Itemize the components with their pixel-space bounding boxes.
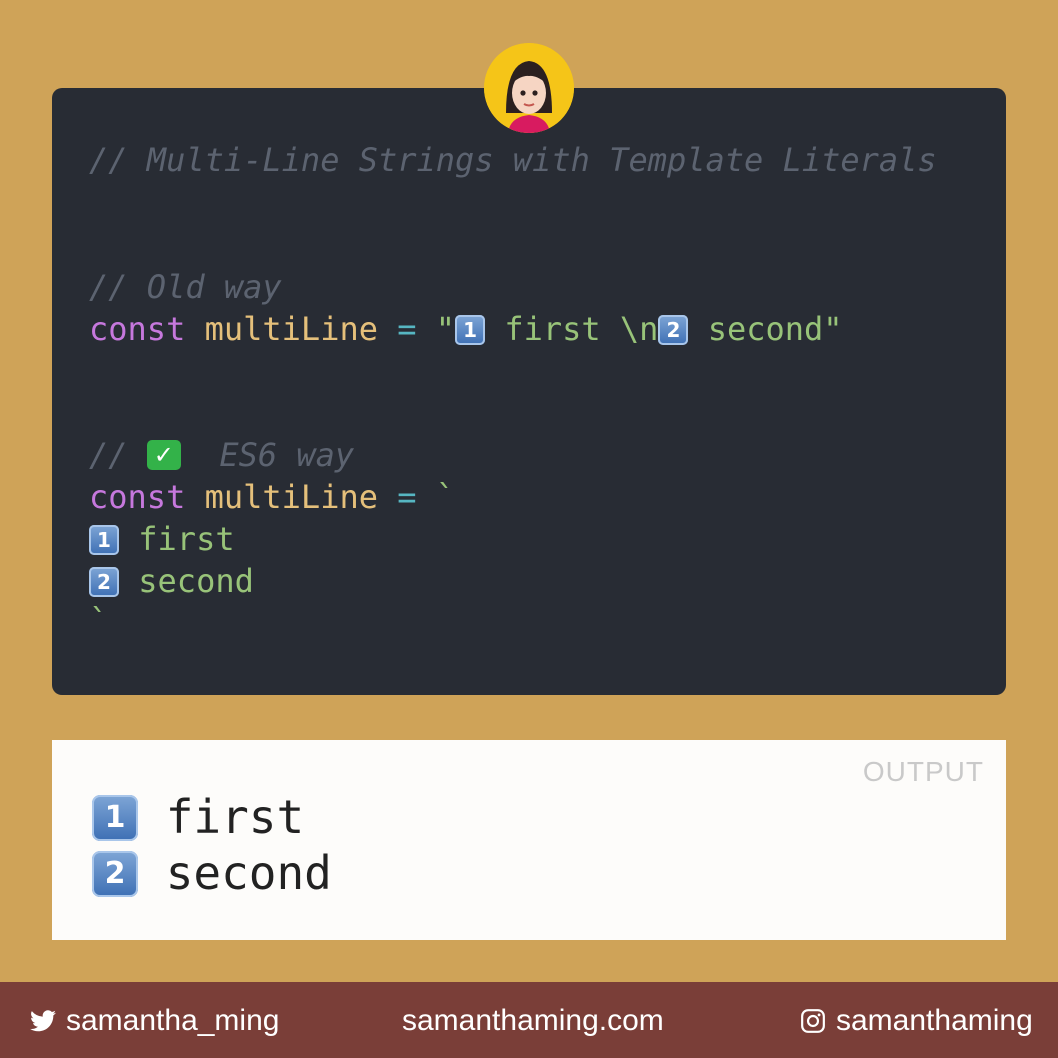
footer-twitter[interactable]: samantha_ming: [30, 1004, 279, 1038]
variable-name: multiLine: [204, 478, 378, 516]
operator-equals: =: [397, 478, 417, 516]
avatar-illustration: [484, 43, 574, 133]
keyword-const: const: [89, 310, 186, 348]
backtick-close: `: [89, 602, 109, 640]
keycap-two-icon: 2: [658, 315, 689, 345]
code-title-comment: // Multi-Line Strings with Template Lite…: [89, 141, 937, 179]
string-first: first: [119, 520, 235, 558]
output-first-text: first: [138, 790, 305, 844]
output-line-first: 1 first: [92, 790, 304, 844]
code-old-way-comment: // Old way: [89, 268, 282, 306]
string-second: second": [688, 310, 843, 348]
keycap-two-icon: 2: [92, 851, 138, 897]
keycap-one-icon: 1: [455, 315, 486, 345]
keyword-const: const: [89, 478, 186, 516]
avatar: [484, 43, 574, 133]
code-line-second: 2 second: [89, 560, 254, 602]
twitter-icon: [30, 1010, 56, 1032]
variable-name: multiLine: [204, 310, 378, 348]
output-label: OUTPUT: [862, 756, 984, 787]
string-first-newline: first \n: [485, 310, 659, 348]
string-second: second: [119, 562, 254, 600]
keycap-two-icon: 2: [89, 567, 119, 597]
keycap-one-icon: 1: [92, 795, 138, 841]
check-mark-icon: ✓: [146, 440, 181, 470]
comment-prefix: //: [89, 436, 147, 474]
output-line-second: 2 second: [92, 846, 332, 900]
website-link: samanthaming.com: [402, 1004, 664, 1037]
instagram-icon: [801, 1009, 825, 1033]
footer-website[interactable]: samanthaming.com: [402, 1004, 664, 1038]
output-second-text: second: [138, 846, 332, 900]
operator-equals: =: [397, 310, 417, 348]
output-panel: OUTPUT 1 first 2 second: [52, 740, 1006, 940]
comment-suffix: ES6 way: [180, 436, 355, 474]
code-line-es6: const multiLine = `: [89, 476, 455, 518]
footer-instagram[interactable]: samanthaming: [800, 1004, 1033, 1038]
code-line-old: const multiLine = " 1 first \n 2 second": [89, 308, 843, 350]
instagram-handle: samanthaming: [836, 1004, 1033, 1037]
backtick-open: `: [435, 478, 456, 516]
string-open-quote: ": [435, 310, 456, 348]
code-es6-way-comment: // ✓ ES6 way: [89, 434, 354, 476]
twitter-handle: samantha_ming: [66, 1004, 280, 1037]
code-line-first: 1 first: [89, 518, 235, 560]
footer: samantha_ming samanthaming.com samantham…: [0, 982, 1058, 1058]
keycap-one-icon: 1: [89, 525, 119, 555]
